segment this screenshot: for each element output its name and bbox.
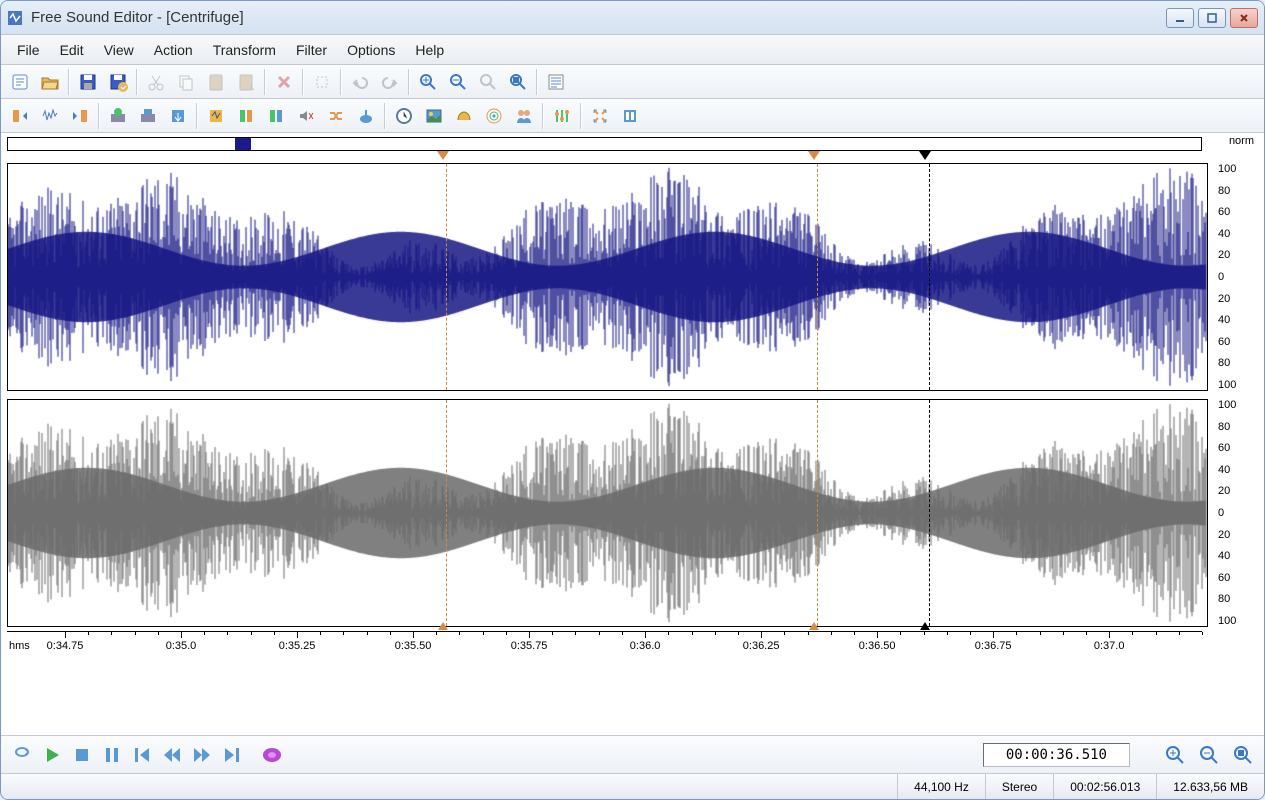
save-as-button[interactable] (104, 68, 132, 96)
menu-view[interactable]: View (94, 38, 144, 62)
minimize-button[interactable] (1166, 8, 1194, 28)
overview-selection[interactable] (235, 138, 252, 150)
pitch-button[interactable] (352, 102, 380, 130)
menu-help[interactable]: Help (405, 38, 454, 62)
window-title: Free Sound Editor - [Centrifuge] (31, 9, 1166, 26)
menu-filter[interactable]: Filter (286, 38, 337, 62)
export-button[interactable] (164, 102, 192, 130)
title-bar[interactable]: Free Sound Editor - [Centrifuge] (1, 1, 1264, 35)
amplitude-button[interactable] (36, 102, 64, 130)
device-button[interactable] (134, 102, 162, 130)
menu-action[interactable]: Action (144, 38, 203, 62)
menu-edit[interactable]: Edit (50, 38, 94, 62)
zoom-out-button[interactable] (444, 68, 472, 96)
users-button[interactable] (510, 102, 538, 130)
content-area: norm 10080604020020406080100 (1, 133, 1264, 735)
cursor-playhead (929, 164, 930, 390)
crop-button[interactable] (308, 68, 336, 96)
paste-special-button[interactable] (232, 68, 260, 96)
toolbar-main (1, 65, 1264, 99)
select-end-button[interactable] (66, 102, 94, 130)
rewind-button[interactable] (159, 742, 185, 768)
marker-strip[interactable] (7, 151, 1202, 163)
transport-bar: 00:00:36.510 (1, 735, 1264, 773)
status-duration: 00:02:56.013 (1053, 774, 1156, 799)
open-button[interactable] (36, 68, 64, 96)
amplitude-scale-left: 10080604020020406080100 (1208, 163, 1264, 391)
save-button[interactable] (74, 68, 102, 96)
waveform-left-channel[interactable] (7, 163, 1208, 391)
cursor-playhead (929, 400, 930, 626)
pause-button[interactable] (99, 742, 125, 768)
marker-orange-2[interactable] (808, 151, 820, 160)
status-channels: Stereo (985, 774, 1053, 799)
go-end-button[interactable] (219, 742, 245, 768)
image-button[interactable] (420, 102, 448, 130)
zoom-fit-transport-button[interactable] (1230, 742, 1256, 768)
cursor-orange-2 (817, 400, 818, 626)
effect1-button[interactable] (202, 102, 230, 130)
norm-label: norm (1229, 135, 1254, 147)
select-start-button[interactable] (6, 102, 34, 130)
spectrum-button[interactable] (480, 102, 508, 130)
record-button[interactable] (104, 102, 132, 130)
forward-button[interactable] (189, 742, 215, 768)
app-icon (7, 10, 23, 26)
waveform-right-channel[interactable] (7, 399, 1208, 627)
mixer-button[interactable] (548, 102, 576, 130)
mute-button[interactable] (292, 102, 320, 130)
go-start-button[interactable] (129, 742, 155, 768)
app-window: Free Sound Editor - [Centrifuge] File Ed… (0, 0, 1265, 800)
status-sample-rate: 44,100 Hz (897, 774, 985, 799)
close-button[interactable] (1230, 8, 1258, 28)
amplitude-scale-right: 10080604020020406080100 (1208, 399, 1264, 627)
markers-button[interactable] (616, 102, 644, 130)
loop-button[interactable] (9, 742, 35, 768)
zoom-fit-button[interactable] (504, 68, 532, 96)
menu-file[interactable]: File (7, 38, 50, 62)
timeline-ruler[interactable]: hms 0:34.750:35.00:35.250:35.500:35.750:… (7, 631, 1202, 653)
timeline-unit: hms (7, 640, 30, 652)
effect2-button[interactable] (232, 102, 260, 130)
status-size: 12.633,56 MB (1156, 774, 1264, 799)
record-transport-button[interactable] (259, 742, 285, 768)
copy-button[interactable] (172, 68, 200, 96)
status-bar: 44,100 Hz Stereo 00:02:56.013 12.633,56 … (1, 773, 1264, 799)
delete-button[interactable] (270, 68, 298, 96)
maximize-button[interactable] (1198, 8, 1226, 28)
paste-button[interactable] (202, 68, 230, 96)
play-button[interactable] (39, 742, 65, 768)
undo-button[interactable] (346, 68, 374, 96)
marker-orange-1[interactable] (437, 151, 449, 160)
menu-options[interactable]: Options (337, 38, 405, 62)
properties-button[interactable] (542, 68, 570, 96)
toolbar-effects (1, 99, 1264, 133)
clock-button[interactable] (390, 102, 418, 130)
cursor-orange-1 (446, 164, 447, 390)
position-display: 00:00:36.510 (983, 743, 1130, 767)
menu-bar: File Edit View Action Transform Filter O… (1, 35, 1264, 65)
zoom-in-button[interactable] (414, 68, 442, 96)
marker-playhead[interactable] (919, 151, 931, 160)
zoom-out-transport-button[interactable] (1196, 742, 1222, 768)
cursor-orange-2 (817, 164, 818, 390)
zoom-selection-button[interactable] (474, 68, 502, 96)
effect3-button[interactable] (262, 102, 290, 130)
redo-button[interactable] (376, 68, 404, 96)
envelope-button[interactable] (450, 102, 478, 130)
new-button[interactable] (6, 68, 34, 96)
stop-button[interactable] (69, 742, 95, 768)
cut-button[interactable] (142, 68, 170, 96)
shuffle-button[interactable] (322, 102, 350, 130)
cursor-orange-1 (446, 400, 447, 626)
zoom-in-transport-button[interactable] (1162, 742, 1188, 768)
overview-bar[interactable] (7, 137, 1202, 151)
expand-button[interactable] (586, 102, 614, 130)
menu-transform[interactable]: Transform (203, 38, 286, 62)
